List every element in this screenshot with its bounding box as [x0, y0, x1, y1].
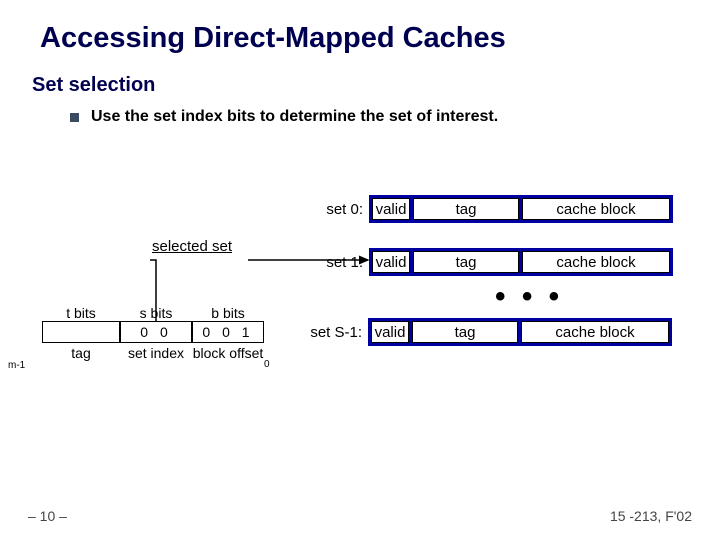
- bits-header-row: t bits s bits b bits: [42, 305, 264, 321]
- valid-cell: valid: [372, 251, 410, 273]
- bullet-text: Use the set index bits to determine the …: [91, 108, 498, 126]
- tbits-head: t bits: [42, 305, 120, 321]
- set-boxes: valid tag cache block: [369, 195, 673, 223]
- set-row-last: set S-1: valid tag cache block: [282, 318, 672, 346]
- address-bits-box: t bits s bits b bits 0 0 0 0 1 tag set i…: [42, 305, 264, 361]
- m-minus-1-label: m-1: [8, 360, 25, 371]
- footer-left: – 10 –: [28, 508, 67, 524]
- set-label: set S-1:: [282, 324, 362, 341]
- tag-cell: tag: [413, 198, 519, 220]
- block-cell: cache block: [521, 321, 669, 343]
- tbits-cell: [42, 321, 120, 343]
- ellipsis-icon: • • •: [495, 280, 563, 314]
- subtitle: Set selection: [32, 74, 155, 97]
- square-bullet-icon: [70, 113, 79, 122]
- set-row-0: set 0: valid tag cache block: [303, 195, 673, 223]
- bbits-cell: 0 0 1: [192, 321, 264, 343]
- valid-cell: valid: [371, 321, 409, 343]
- bbits-head: b bits: [192, 305, 264, 321]
- bullet-row: Use the set index bits to determine the …: [70, 108, 498, 126]
- set-boxes: valid tag cache block: [368, 318, 672, 346]
- footer-right: 15 -213, F'02: [610, 508, 692, 524]
- set-label: set 1:: [303, 254, 363, 271]
- sbits-cell: 0 0: [120, 321, 192, 343]
- valid-cell: valid: [372, 198, 410, 220]
- set-row-1: set 1: valid tag cache block: [303, 248, 673, 276]
- blockoffset-label: block offset: [192, 345, 264, 361]
- selected-set-label: selected set: [152, 238, 232, 255]
- set-boxes: valid tag cache block: [369, 248, 673, 276]
- tag-cell: tag: [412, 321, 518, 343]
- setindex-label: set index: [120, 345, 192, 361]
- page-title: Accessing Direct-Mapped Caches: [40, 22, 506, 55]
- tag-cell: tag: [413, 251, 519, 273]
- block-cell: cache block: [522, 251, 670, 273]
- bits-label-row: tag set index block offset: [42, 345, 264, 361]
- zero-label: 0: [264, 359, 270, 370]
- sbits-head: s bits: [120, 305, 192, 321]
- block-cell: cache block: [522, 198, 670, 220]
- bits-value-row: 0 0 0 0 1: [42, 321, 264, 343]
- tag-label: tag: [42, 345, 120, 361]
- set-label: set 0:: [303, 201, 363, 218]
